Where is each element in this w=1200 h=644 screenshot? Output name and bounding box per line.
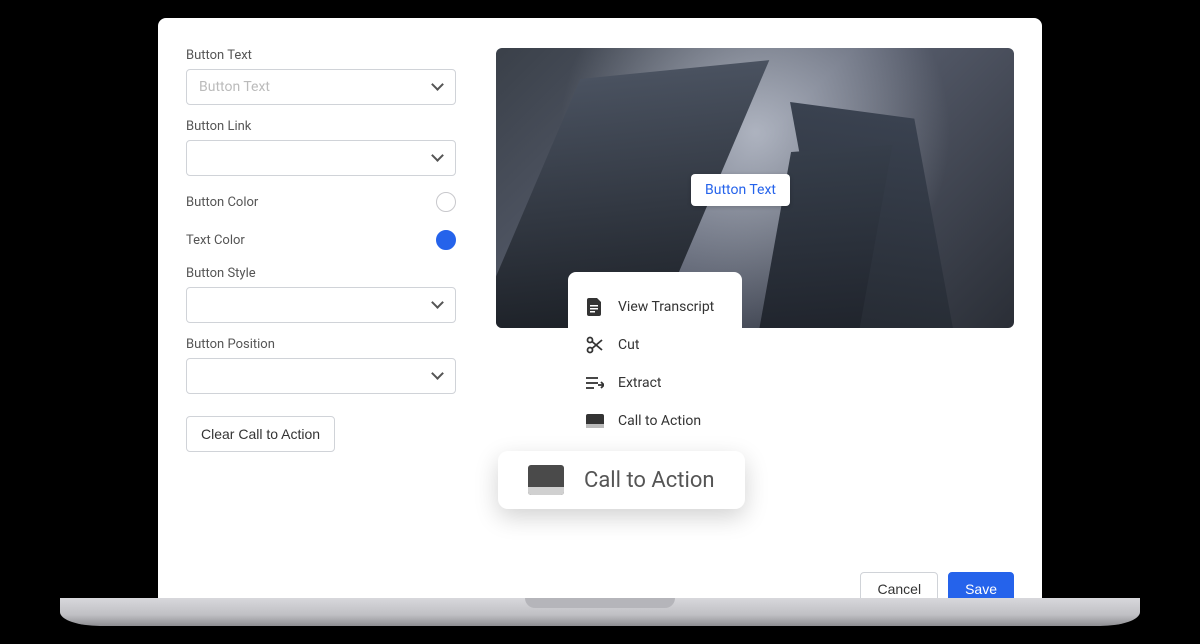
field-button-link: Button Link (186, 119, 456, 176)
cta-icon (586, 412, 604, 430)
menu-item-cut[interactable]: Cut (574, 326, 736, 364)
select-button-text[interactable]: Button Text (186, 69, 456, 105)
cta-highlight-pill[interactable]: Call to Action (498, 451, 745, 509)
extract-icon (586, 374, 604, 392)
text-color-swatch[interactable] (436, 230, 456, 250)
chevron-down-icon (433, 300, 443, 310)
field-button-position: Button Position (186, 337, 456, 394)
cta-pill-label: Call to Action (584, 468, 715, 493)
clear-cta-button[interactable]: Clear Call to Action (186, 416, 335, 452)
field-text-color: Text Color (186, 228, 456, 252)
label-button-text: Button Text (186, 48, 456, 63)
select-button-style[interactable] (186, 287, 456, 323)
label-button-link: Button Link (186, 119, 456, 134)
menu-label: Extract (618, 375, 661, 391)
menu-label: Cut (618, 337, 639, 353)
field-button-text: Button Text Button Text (186, 48, 456, 105)
menu-item-cta[interactable]: Call to Action (574, 402, 736, 440)
scissors-icon (586, 336, 604, 354)
field-button-color: Button Color (186, 190, 456, 214)
app-screen: Button Text Button Text Button Link Butt… (158, 18, 1042, 600)
chevron-down-icon (433, 371, 443, 381)
label-button-position: Button Position (186, 337, 456, 352)
select-button-link[interactable] (186, 140, 456, 176)
placeholder-button-text: Button Text (199, 79, 270, 95)
menu-item-extract[interactable]: Extract (574, 364, 736, 402)
label-button-style: Button Style (186, 266, 456, 281)
preview-cta-button[interactable]: Button Text (691, 174, 790, 206)
laptop-notch (525, 598, 675, 608)
select-button-position[interactable] (186, 358, 456, 394)
chevron-down-icon (433, 82, 443, 92)
menu-label: Call to Action (618, 413, 701, 429)
menu-label: View Transcript (618, 299, 714, 315)
laptop-base (60, 598, 1140, 626)
laptop-frame: Button Text Button Text Button Link Butt… (140, 0, 1060, 600)
file-icon (586, 298, 604, 316)
label-button-color: Button Color (186, 195, 258, 210)
form-panel: Button Text Button Text Button Link Butt… (186, 48, 456, 580)
button-color-swatch[interactable] (436, 192, 456, 212)
preview-panel: Button Text View Transcript Cut (496, 48, 1014, 580)
label-text-color: Text Color (186, 233, 245, 248)
menu-item-view-transcript[interactable]: View Transcript (574, 288, 736, 326)
chevron-down-icon (433, 153, 443, 163)
field-button-style: Button Style (186, 266, 456, 323)
cta-icon (528, 465, 564, 495)
